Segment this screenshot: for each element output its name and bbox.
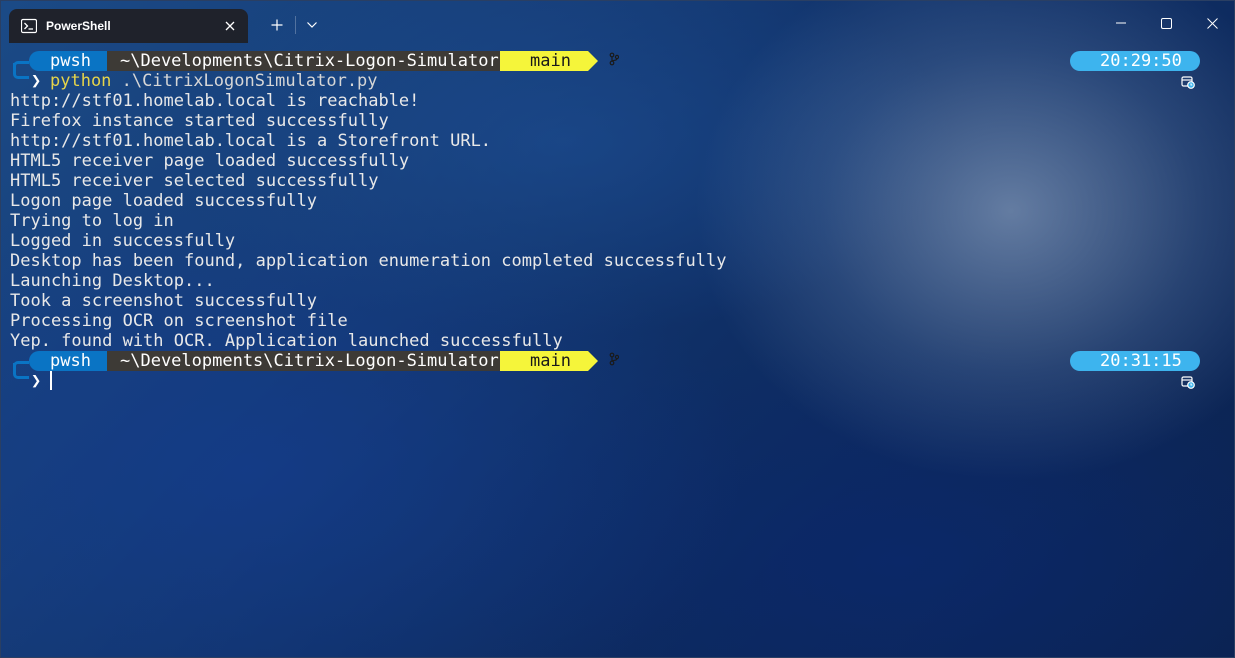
current-path: ~\Developments\Citrix-Logon-Simulator <box>120 51 499 71</box>
path-segment: ~\Developments\Citrix-Logon-Simulator <box>107 51 510 71</box>
chevron-down-icon <box>307 22 317 28</box>
tab-separator <box>295 16 296 34</box>
close-window-button[interactable] <box>1189 9 1234 37</box>
maximize-button[interactable] <box>1143 9 1189 37</box>
output-line: Trying to log in <box>10 211 174 231</box>
tab-powershell[interactable]: PowerShell <box>9 9 248 43</box>
branch-name: main <box>530 51 571 71</box>
shell-segment: pwsh <box>29 51 117 71</box>
prompt-chevron: ❯ <box>31 71 42 91</box>
output-line: Logged in successfully <box>10 231 236 251</box>
path-segment: ~\Developments\Citrix-Logon-Simulator <box>107 351 510 371</box>
command-line: ❯ python .\CitrixLogonSimulator.py <box>1 63 1234 91</box>
git-branch-segment: main <box>500 351 620 371</box>
clock-icon <box>1079 354 1196 389</box>
text-cursor <box>50 371 52 390</box>
minimize-icon <box>1116 22 1126 24</box>
output-line: Firefox instance started successfully <box>10 111 389 131</box>
prompt-line: pwsh ~\Developments\Citrix-Logon-Simulat… <box>1 51 1234 89</box>
output-line: Desktop has been found, application enum… <box>10 251 727 271</box>
output-line: Yep. found with OCR. Application launche… <box>10 331 563 351</box>
branch-name: main <box>530 351 571 371</box>
output-line: Took a screenshot successfully <box>10 291 318 311</box>
tab-dropdown-button[interactable] <box>300 15 324 35</box>
time-segment: 20:29:50 <box>1070 51 1200 89</box>
output-line: http://stf01.homelab.local is reachable! <box>10 91 420 111</box>
prompt-time: 20:31:15 <box>1100 351 1182 371</box>
current-path: ~\Developments\Citrix-Logon-Simulator <box>120 351 499 371</box>
output-line: Logon page loaded successfully <box>10 191 318 211</box>
title-bar: PowerShell <box>1 1 1234 43</box>
new-tab-button[interactable] <box>265 15 289 35</box>
time-segment: 20:31:15 <box>1070 351 1200 389</box>
prompt-connector <box>13 363 29 379</box>
powershell-icon <box>20 18 38 34</box>
terminal-window: PowerShell pwsh ~\Developments\Citrix-Lo… <box>0 0 1235 658</box>
shell-name: pwsh <box>50 351 91 371</box>
plus-icon <box>271 19 283 31</box>
output-line: HTML5 receiver page loaded successfully <box>10 151 410 171</box>
git-branch-segment: main <box>500 51 620 71</box>
clock-icon <box>1079 54 1196 89</box>
shell-segment: pwsh <box>29 351 117 371</box>
close-tab-icon[interactable] <box>221 17 239 35</box>
prompt-connector <box>13 63 29 79</box>
command-name: python <box>50 71 112 91</box>
maximize-icon <box>1160 17 1172 29</box>
minimize-button[interactable] <box>1098 9 1144 37</box>
tab-title: PowerShell <box>46 19 111 33</box>
prompt-chevron: ❯ <box>31 371 42 391</box>
command-args: .\CitrixLogonSimulator.py <box>111 71 378 91</box>
prompt-time: 20:29:50 <box>1100 51 1182 71</box>
shell-name: pwsh <box>50 51 91 71</box>
close-icon <box>1206 17 1218 29</box>
terminal-content[interactable]: pwsh ~\Developments\Citrix-Logon-Simulat… <box>1 49 1234 657</box>
output-line: Processing OCR on screenshot file <box>10 311 348 331</box>
output-line: http://stf01.homelab.local is a Storefro… <box>10 131 492 151</box>
output-line: HTML5 receiver selected successfully <box>10 171 379 191</box>
command-text: python .\CitrixLogonSimulator.py <box>50 71 378 91</box>
prompt-line: pwsh ~\Developments\Citrix-Logon-Simulat… <box>1 351 1234 389</box>
output-line: Launching Desktop... <box>10 271 215 291</box>
command-line[interactable]: ❯ <box>1 363 1234 391</box>
